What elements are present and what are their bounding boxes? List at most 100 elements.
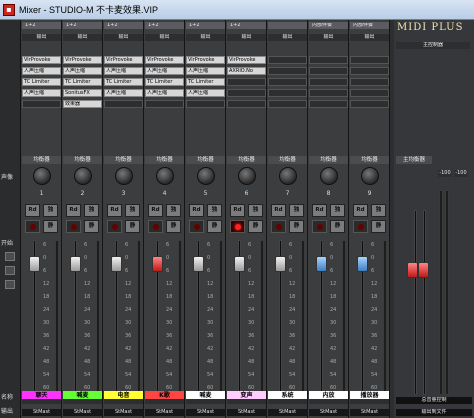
eq-button[interactable]: 均衡器 (268, 156, 307, 164)
insert-slot[interactable]: SonitusFX (63, 89, 102, 97)
solo-button[interactable]: 独 (289, 204, 304, 217)
channel-fader[interactable] (111, 256, 122, 272)
channel-output[interactable]: StMast (104, 409, 143, 416)
channel-fader[interactable] (70, 256, 81, 272)
channel-fader[interactable] (29, 256, 40, 272)
channel-name[interactable]: 系统 (268, 391, 307, 399)
insert-slot[interactable] (309, 78, 348, 86)
insert-slot[interactable] (350, 67, 389, 75)
insert-slot[interactable]: 人声压缩 (104, 89, 143, 97)
channel-name[interactable]: 变声 (227, 391, 266, 399)
insert-slot[interactable] (268, 56, 307, 64)
pan-knob[interactable] (238, 167, 256, 185)
solo-button[interactable]: 独 (84, 204, 99, 217)
insert-slot[interactable] (350, 78, 389, 86)
insert-slot[interactable] (268, 89, 307, 97)
insert-slot[interactable] (350, 89, 389, 97)
mute-button[interactable]: 静 (166, 220, 181, 233)
input-route[interactable]: 内部伴奏 (309, 22, 348, 29)
master-output[interactable]: 输出到文件 (396, 409, 472, 416)
channel-fader[interactable] (316, 256, 327, 272)
channel-fader[interactable] (193, 256, 204, 272)
insert-slot[interactable]: AXRIO.No (227, 67, 266, 75)
pan-knob[interactable] (33, 167, 51, 185)
insert-slot[interactable] (309, 89, 348, 97)
input-route[interactable]: 内部伴奏 (350, 22, 389, 29)
eq-button[interactable]: 均衡器 (227, 156, 266, 164)
master-fader-left[interactable] (407, 262, 418, 278)
solo-button[interactable]: 独 (248, 204, 263, 217)
insert-slot[interactable] (145, 100, 184, 108)
channel-name[interactable]: 播放器 (350, 391, 389, 399)
record-button[interactable] (353, 220, 368, 233)
insert-slot[interactable] (186, 100, 225, 108)
mute-button[interactable]: 静 (330, 220, 345, 233)
read-button[interactable]: Rd (353, 204, 368, 217)
record-button[interactable] (25, 220, 40, 233)
mute-button[interactable]: 静 (207, 220, 222, 233)
insert-slot[interactable]: VirProvoke (63, 56, 102, 64)
channel-name[interactable]: K歌 (145, 391, 184, 399)
insert-slot[interactable]: TC Limiter (104, 78, 143, 86)
insert-slot[interactable] (309, 100, 348, 108)
input-route[interactable]: 1+2 (227, 22, 266, 29)
insert-slot[interactable]: 人声压缩 (145, 67, 184, 75)
insert-slot[interactable]: VirProvoke (186, 56, 225, 64)
record-button[interactable] (230, 220, 245, 233)
eq-button[interactable]: 均衡器 (186, 156, 225, 164)
channel-output[interactable]: StMast (63, 409, 102, 416)
insert-slot[interactable] (268, 100, 307, 108)
mute-button[interactable]: 静 (43, 220, 58, 233)
input-route[interactable]: 1+2 (104, 22, 143, 29)
insert-slot[interactable] (309, 67, 348, 75)
insert-slot[interactable] (227, 100, 266, 108)
eq-button[interactable]: 均衡器 (350, 156, 389, 164)
read-button[interactable]: Rd (107, 204, 122, 217)
record-button[interactable] (312, 220, 327, 233)
input-route[interactable]: 1+2 (145, 22, 184, 29)
channel-fader[interactable] (275, 256, 286, 272)
insert-slot[interactable] (227, 89, 266, 97)
channel-output[interactable]: StMast (227, 409, 266, 416)
insert-slot[interactable] (350, 56, 389, 64)
pan-knob[interactable] (320, 167, 338, 185)
mute-button[interactable]: 静 (289, 220, 304, 233)
insert-slot[interactable] (350, 100, 389, 108)
channel-output[interactable]: StMast (309, 409, 348, 416)
insert-slot[interactable]: 人声压缩 (22, 67, 61, 75)
insert-slot[interactable] (309, 56, 348, 64)
eq-button[interactable]: 均衡器 (104, 156, 143, 164)
read-button[interactable]: Rd (148, 204, 163, 217)
insert-slot[interactable]: 人声压缩 (186, 89, 225, 97)
insert-slot[interactable]: 效果器 (63, 100, 102, 108)
solo-button[interactable]: 独 (207, 204, 222, 217)
mute-button[interactable]: 静 (84, 220, 99, 233)
solo-button[interactable]: 独 (330, 204, 345, 217)
eq-button[interactable]: 均衡器 (145, 156, 184, 164)
insert-slot[interactable]: 人声压缩 (22, 89, 61, 97)
pan-knob[interactable] (197, 167, 215, 185)
read-button[interactable]: Rd (189, 204, 204, 217)
insert-slot[interactable]: VirProvoke (22, 56, 61, 64)
insert-slot[interactable]: VirProvoke (227, 56, 266, 64)
record-button[interactable] (66, 220, 81, 233)
solo-button[interactable]: 独 (43, 204, 58, 217)
insert-slot[interactable]: TC Limiter (186, 78, 225, 86)
read-button[interactable]: Rd (271, 204, 286, 217)
read-button[interactable]: Rd (66, 204, 81, 217)
channel-fader[interactable] (357, 256, 368, 272)
channel-name[interactable]: 喊麦 (186, 391, 225, 399)
left-toggle-3[interactable] (5, 280, 15, 289)
insert-slot[interactable]: VirProvoke (145, 56, 184, 64)
channel-output[interactable]: StMast (350, 409, 389, 416)
insert-slot[interactable]: TC Limiter (145, 78, 184, 86)
master-fader-right[interactable] (418, 262, 429, 278)
insert-slot[interactable]: 人声压缩 (104, 67, 143, 75)
insert-slot[interactable]: 人声压缩 (186, 67, 225, 75)
insert-slot[interactable] (104, 100, 143, 108)
read-button[interactable]: Rd (312, 204, 327, 217)
insert-slot[interactable]: VirProvoke (104, 56, 143, 64)
input-route[interactable] (268, 22, 307, 29)
input-route[interactable]: 1+2 (186, 22, 225, 29)
pan-knob[interactable] (74, 167, 92, 185)
